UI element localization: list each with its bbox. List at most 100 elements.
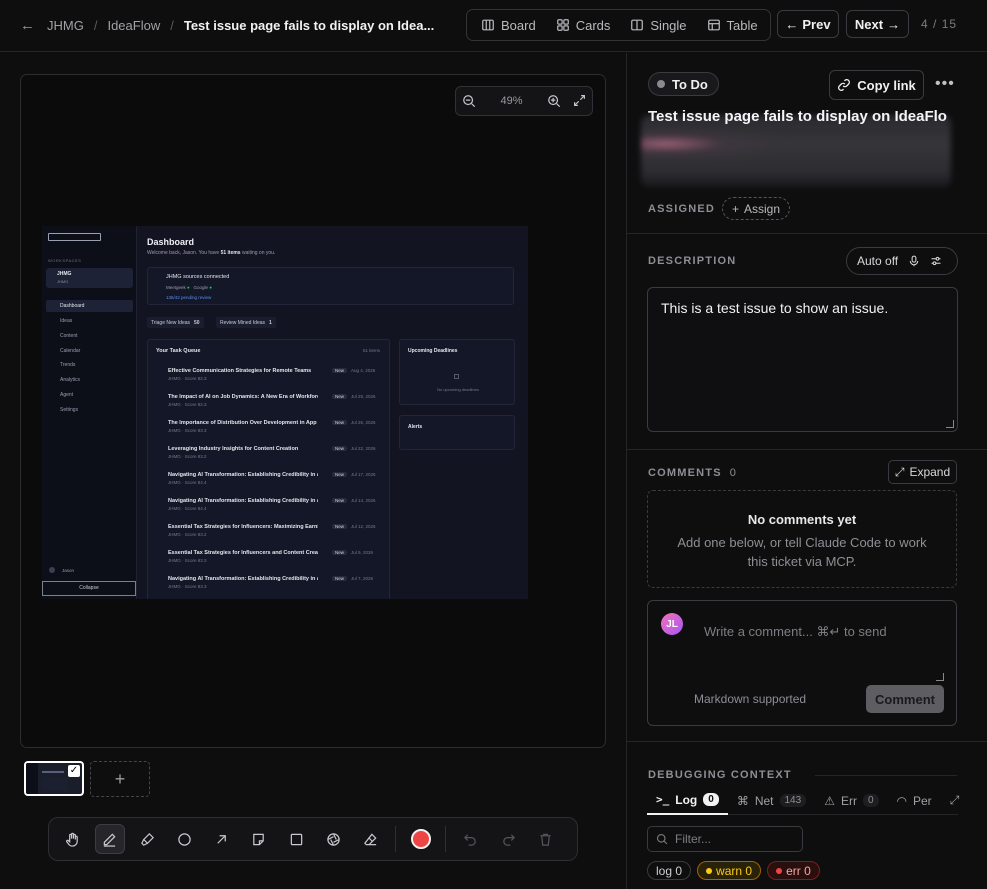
debugging-rule xyxy=(815,775,957,776)
ss-org-card[interactable]: JHMG JHMG xyxy=(46,268,133,288)
note-tool-button[interactable] xyxy=(244,824,273,854)
ss-nav-analytics[interactable]: Analytics xyxy=(60,377,80,383)
auto-toggle[interactable]: Auto off xyxy=(846,247,958,275)
microphone-icon[interactable] xyxy=(908,255,920,267)
status-badge[interactable]: To Do xyxy=(648,72,719,96)
warn-filter-pill[interactable]: warn 0 xyxy=(697,861,762,880)
ss-nav-content[interactable]: Content xyxy=(60,333,78,339)
ss-collapse-button[interactable]: Collapse xyxy=(42,581,136,596)
screenshot-canvas[interactable]: 49% WORKSPACES JHMG JHMG Dashboard Ideas… xyxy=(20,74,606,748)
add-attachment-button[interactable]: + xyxy=(90,761,150,797)
pan-tool-button[interactable] xyxy=(58,824,87,854)
view-cards-button[interactable]: Cards xyxy=(546,12,621,38)
ss-task-row[interactable]: Essential Tax Strategies for Influencers… xyxy=(154,520,378,544)
assign-button[interactable]: + Assign xyxy=(722,197,791,220)
ss-task-date: Jul 26, 2026 xyxy=(351,420,376,425)
tab-net[interactable]: ⌘ Net 143 xyxy=(728,787,815,815)
error-label: err 0 xyxy=(786,863,811,878)
filter-input[interactable]: Filter... xyxy=(647,826,803,852)
resize-handle-icon[interactable] xyxy=(936,673,944,681)
expand-comments-button[interactable]: ⤢ Expand xyxy=(888,460,957,484)
view-cards-label: Cards xyxy=(575,17,611,33)
undo-icon xyxy=(464,833,477,846)
ss-task-badge: New xyxy=(332,368,348,373)
ss-sources-title: JHMG sources connected xyxy=(166,274,230,280)
ss-task-row[interactable]: Essential Tax Strategies for Influencers… xyxy=(154,546,378,570)
ss-task-row[interactable]: Leveraging Industry Insights for Content… xyxy=(154,442,378,466)
pen-tool-button[interactable] xyxy=(95,824,125,854)
ss-nav-trends[interactable]: Trends xyxy=(60,362,75,368)
ss-workspaces-label: WORKSPACES xyxy=(48,258,82,263)
ss-task-date: Jul 29, 2026 xyxy=(351,394,376,399)
ss-pending-link[interactable]: 136/42 pending review xyxy=(166,295,211,300)
tab-perf-label: Per xyxy=(913,793,932,808)
ss-review-button[interactable]: Review Mined Ideas 1 xyxy=(216,317,276,328)
blur-tool-button[interactable] xyxy=(319,824,348,854)
tab-err[interactable]: ⚠ Err 0 xyxy=(815,787,887,815)
rectangle-icon xyxy=(290,833,302,845)
more-options-icon[interactable]: ••• xyxy=(935,75,955,93)
ss-nav-calendar[interactable]: Calendar xyxy=(60,348,80,354)
log-filter-pill[interactable]: log 0 xyxy=(647,861,692,880)
highlighter-tool-button[interactable] xyxy=(133,824,162,854)
rectangle-tool-button[interactable] xyxy=(281,824,310,854)
arrow-tool-button[interactable] xyxy=(207,824,236,854)
ss-task-row[interactable]: Effective Communication Strategies for R… xyxy=(154,364,378,388)
zoom-in-icon[interactable] xyxy=(547,94,561,108)
tab-log[interactable]: >_ Log 0 xyxy=(647,787,728,815)
redo-button[interactable] xyxy=(494,824,523,854)
arrow-icon xyxy=(217,834,226,844)
ss-task-row[interactable]: The Importance of Distribution Over Deve… xyxy=(154,416,378,440)
breadcrumb-project[interactable]: IdeaFlow xyxy=(107,18,160,33)
comment-submit-button[interactable]: Comment xyxy=(866,685,944,713)
terminal-icon: >_ xyxy=(656,793,670,806)
color-picker-button[interactable] xyxy=(406,824,435,854)
counter-separator: / xyxy=(933,17,942,31)
ss-task-row[interactable]: Navigating AI Transformation: Establishi… xyxy=(154,572,378,596)
warning-triangle-icon: ⚠ xyxy=(824,793,835,808)
ss-alerts-card: Alerts xyxy=(399,415,515,450)
resize-handle-icon[interactable] xyxy=(946,420,954,428)
comment-input[interactable]: Write a comment... ⌘↵ to send xyxy=(704,624,887,640)
ss-nav-ideas[interactable]: Ideas xyxy=(60,318,72,324)
view-board-button[interactable]: Board xyxy=(471,12,546,38)
view-table-button[interactable]: Table xyxy=(697,12,768,38)
tab-log-label: Log xyxy=(675,792,698,807)
error-filter-pill[interactable]: err 0 xyxy=(767,861,820,880)
highlighter-icon xyxy=(140,832,154,846)
copy-link-button[interactable]: Copy link xyxy=(829,70,924,100)
expand-debug-button[interactable]: ⤢ xyxy=(941,787,964,815)
ss-nav-dashboard[interactable]: Dashboard xyxy=(60,303,84,309)
ss-triage-button[interactable]: Triage New Ideas 50 xyxy=(147,317,204,328)
breadcrumb-root[interactable]: JHMG xyxy=(47,18,84,33)
view-single-button[interactable]: Single xyxy=(620,12,696,38)
attachment-thumbnail[interactable]: ✓ xyxy=(24,761,84,796)
undo-button[interactable] xyxy=(456,824,485,854)
ss-task-row[interactable]: Navigating AI Transformation: Establishi… xyxy=(154,468,378,492)
eraser-icon xyxy=(364,832,377,845)
back-arrow-icon[interactable]: ← xyxy=(20,17,35,34)
circle-tool-button[interactable] xyxy=(170,824,199,854)
next-button[interactable]: Next → xyxy=(846,10,909,38)
fullscreen-icon[interactable] xyxy=(573,94,586,107)
eraser-tool-button[interactable] xyxy=(356,824,385,854)
ss-task-row[interactable]: The Impact of AI on Job Dynamics: A New … xyxy=(154,390,378,414)
tab-log-count: 0 xyxy=(703,793,719,806)
zoom-out-icon[interactable] xyxy=(462,94,476,108)
empty-text: Add one below, or tell Claude Code to wo… xyxy=(677,535,927,569)
ss-task-queue: Your Task Queue 51 items Effective Commu… xyxy=(147,339,390,599)
ss-task-row[interactable]: Navigating AI Transformation: Establishi… xyxy=(154,494,378,518)
delete-button[interactable] xyxy=(531,824,560,854)
warn-dot-icon xyxy=(706,867,713,874)
tab-perf[interactable]: ◠ Per xyxy=(888,787,941,815)
ss-subtitle-post: waiting on you. xyxy=(240,250,276,256)
settings-sliders-icon[interactable] xyxy=(930,255,942,267)
ss-task-sub: JHMG · Score 83.3 xyxy=(168,558,207,563)
ss-nav-agent[interactable]: Agent xyxy=(60,392,73,398)
ss-task-date: Jul 12, 2026 xyxy=(351,524,376,529)
issue-panel: To Do Copy link ••• Test issue page fail… xyxy=(626,53,987,889)
issue-title[interactable]: Test issue page fails to display on Idea… xyxy=(648,108,968,128)
description-field[interactable]: This is a test issue to show an issue. xyxy=(647,287,958,432)
prev-button[interactable]: ← Prev xyxy=(777,10,839,38)
ss-nav-settings[interactable]: Settings xyxy=(60,407,78,413)
